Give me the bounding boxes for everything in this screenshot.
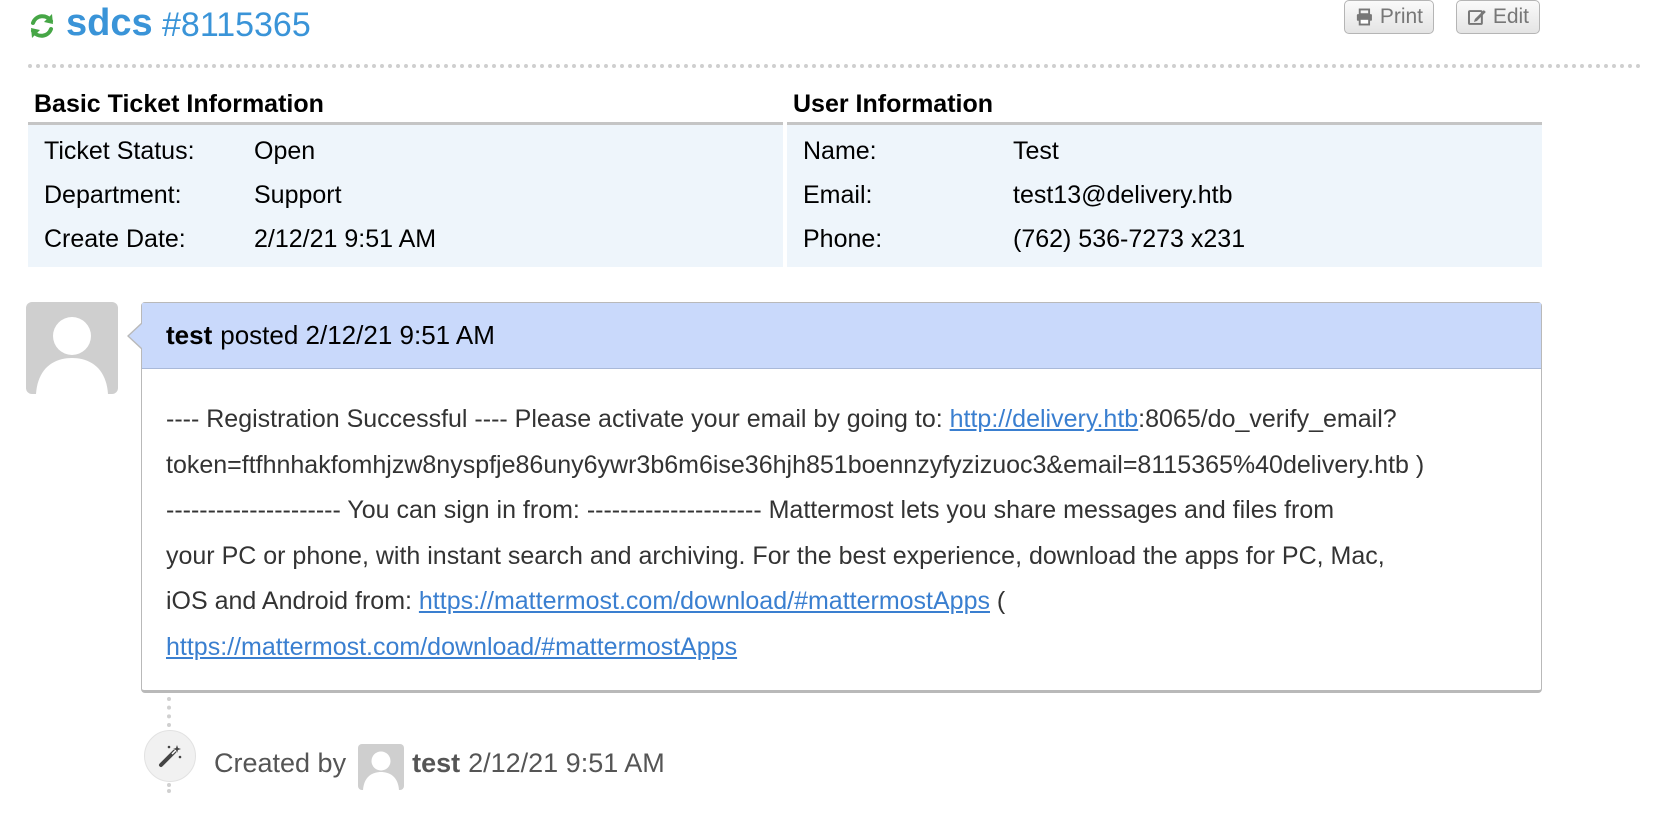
mattermost-download-link[interactable]: https://mattermost.com/download/#matterm… — [166, 633, 737, 661]
event-badge — [144, 730, 196, 782]
magic-wand-icon — [159, 745, 182, 767]
info-label: Email: — [803, 180, 873, 209]
user-email-value: test13@delivery.htb — [1013, 180, 1233, 209]
ticket-status-value: Open — [254, 136, 316, 165]
message-text: ( — [989, 587, 1006, 615]
edit-button[interactable]: Edit — [1456, 0, 1540, 34]
user-info-heading: User Information — [787, 86, 1542, 125]
avatar — [358, 744, 405, 790]
edit-icon — [1467, 10, 1486, 25]
message-pointer-fill — [129, 323, 143, 349]
thread-connector — [167, 783, 171, 793]
print-icon — [1356, 8, 1372, 26]
message-text: :8065/do_verify_email? — [1138, 405, 1397, 433]
message-text: --------------------- You can sign in fr… — [166, 496, 1335, 524]
user-silhouette-icon — [36, 317, 108, 394]
delivery-link[interactable]: http://delivery.htb — [950, 405, 1139, 433]
phone-row: Phone: (762) 536-7273 x231 — [787, 217, 1542, 261]
thread-message: test posted 2/12/21 9:51 AM ---- Registr… — [141, 302, 1542, 693]
refresh-icon[interactable] — [28, 12, 56, 40]
message-text: ---- Registration Successful ---- Please… — [166, 405, 950, 433]
basic-info-heading: Basic Ticket Information — [28, 86, 783, 125]
info-label: Create Date: — [44, 224, 186, 253]
user-silhouette-icon — [363, 751, 400, 790]
info-label: Ticket Status: — [44, 136, 195, 165]
create-date-value: 2/12/21 9:51 AM — [254, 224, 437, 253]
email-row: Email: test13@delivery.htb — [787, 173, 1542, 217]
ticket-header: sdcs #8115365 Print Edit — [28, 0, 1642, 48]
message-text: iOS and Android from: — [166, 587, 419, 615]
ticket-status-row: Ticket Status: Open — [28, 129, 783, 173]
user-name-value[interactable]: Test — [1013, 137, 1542, 166]
print-button[interactable]: Print — [1344, 0, 1434, 34]
info-label: Name: — [803, 136, 877, 165]
department-row: Department: Support — [28, 173, 783, 217]
info-label: Department: — [44, 180, 182, 209]
ticket-number[interactable]: #8115365 — [162, 6, 311, 45]
avatar — [26, 302, 118, 394]
mattermost-download-link[interactable]: https://mattermost.com/download/#matterm… — [419, 587, 990, 615]
event-user: test — [412, 747, 461, 778]
create-date-row: Create Date: 2/12/21 9:51 AM — [28, 217, 783, 261]
edit-label: Edit — [1492, 5, 1529, 28]
created-by-label: Created by — [214, 747, 347, 778]
event-timestamp: 2/12/21 9:51 AM — [468, 747, 665, 778]
message-text: token=ftfhnhakfomhjzw8nyspfje86uny6ywr3b… — [166, 450, 1425, 479]
user-phone-value: (762) 536-7273 x231 — [1013, 224, 1246, 253]
thread-connector — [167, 697, 171, 727]
message-author: test — [166, 320, 213, 350]
basic-ticket-info: Basic Ticket Information Ticket Status: … — [28, 86, 783, 267]
info-label: Phone: — [803, 224, 883, 253]
ticket-subject[interactable]: sdcs — [66, 2, 153, 45]
message-posted: posted 2/12/21 9:51 AM — [220, 320, 495, 350]
thread-event: Created by test 2/12/21 9:51 AM — [214, 740, 665, 790]
print-label: Print — [1379, 5, 1423, 28]
message-header: test posted 2/12/21 9:51 AM — [142, 303, 1541, 369]
name-row: Name: Test — [787, 129, 1542, 173]
header-divider — [28, 64, 1642, 68]
user-info: User Information Name: Test Email: test1… — [787, 86, 1542, 267]
message-body: ---- Registration Successful ---- Please… — [142, 369, 1541, 670]
department-value: Support — [254, 180, 342, 209]
message-text: your PC or phone, with instant search an… — [166, 541, 1385, 570]
